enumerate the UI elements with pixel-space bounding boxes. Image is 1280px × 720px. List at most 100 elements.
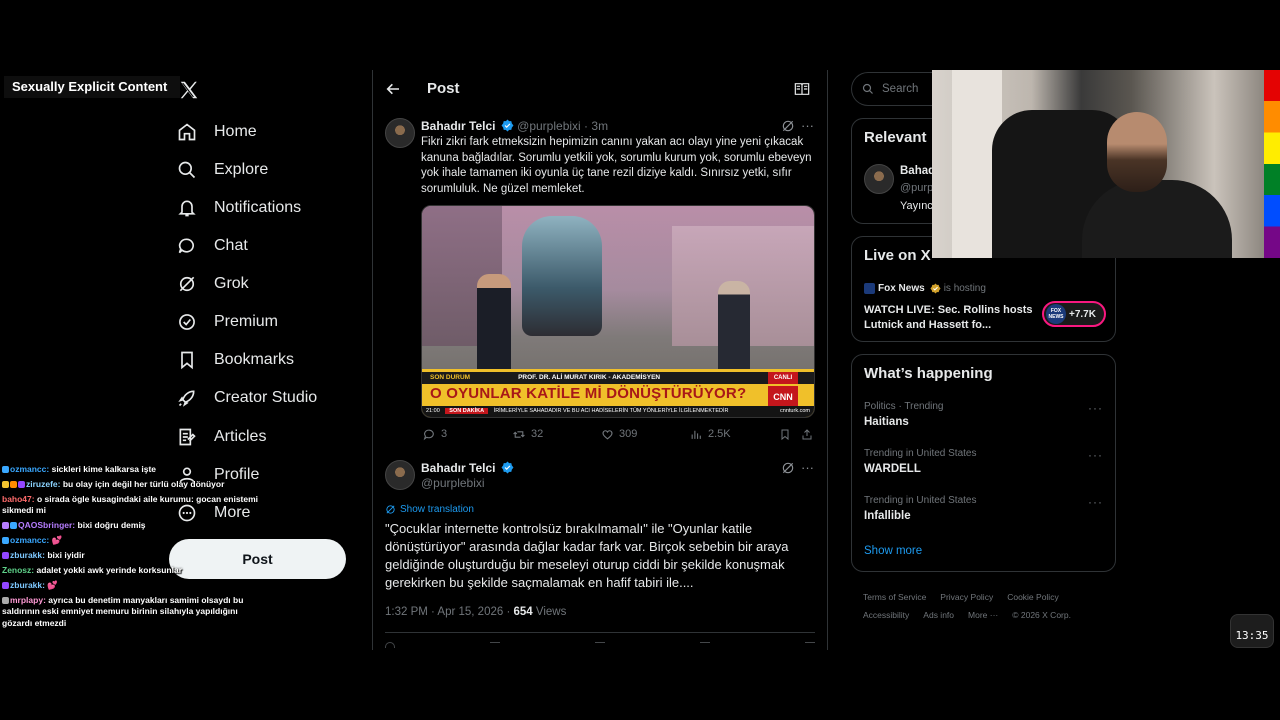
tweet-media-image[interactable]: SON DURUM PROF. DR. ALİ MURAT KIRIK - AK… [421,205,815,418]
news-ticker: 21:00 SON DAKİKA İRİMLERİYLE SAHADADIR V… [422,406,814,417]
avatar[interactable] [385,118,415,148]
live-host[interactable]: Fox News is hosting [864,283,986,294]
chat-badge-icon [2,481,9,489]
repost-button[interactable]: 32 [512,428,601,441]
live-badge[interactable]: FOX NEWS +7.7K [1042,301,1106,327]
live-badge: CANLI [768,372,798,384]
trend-category: Politics · Trending [864,401,944,412]
nav-label: Premium [214,313,279,330]
ticker-site: cnnturk.com [780,408,810,414]
relevant-name[interactable]: Bahad [900,165,935,177]
footer-copyright: © 2026 X Corp. [1012,610,1071,620]
tweet-actions-partial [385,642,815,650]
share-icon[interactable] [805,642,815,648]
search-input[interactable]: Search [851,72,941,106]
chat-username: Zenosz: [2,565,35,576]
heart-icon[interactable] [595,642,605,648]
lower-third-strap: SON DURUM PROF. DR. ALİ MURAT KIRIK - AK… [422,372,814,384]
chat-badge-icon [2,552,9,560]
chat-username: QAOSbringer: [18,520,76,531]
chat-text: bixi iyidir [47,550,85,561]
more-options-icon[interactable]: ··· [1088,495,1103,509]
nav-notifications[interactable]: Notifications [176,191,301,225]
footer-link[interactable]: Accessibility [863,610,909,620]
chat-badge-icon [10,522,17,530]
tweet-timestamp[interactable]: 1:32 PM · Apr 15, 2026 · [385,606,514,618]
tweet-actions: 3 32 309 2.5K [423,425,815,443]
tweet-author[interactable]: Bahadır Telci @purplebixi · 3m [421,119,608,133]
chat-text: adalet yokki awk yerinde korksunlar [36,565,183,576]
more-options-icon[interactable]: ··· [801,460,814,475]
host-suffix: is hosting [943,283,986,294]
chat-badge-icon [2,597,9,605]
footer-link[interactable]: Cookie Policy [1007,592,1059,602]
bookmark-button[interactable] [779,428,801,441]
like-button[interactable]: 309 [601,428,690,441]
footer-link[interactable]: Terms of Service [863,592,926,602]
premium-icon [176,311,198,333]
show-translation-link[interactable]: Show translation [385,504,474,515]
nav-label: Home [214,123,257,140]
bookmark-icon[interactable] [700,642,710,648]
reply-button[interactable]: 3 [423,428,512,441]
host-name: Fox News [878,283,925,294]
reply-count: 3 [441,428,448,440]
whats-happening-card: What’s happening Politics · Trending Hai… [851,354,1116,572]
chat-text: 💕 [47,580,58,591]
nav-premium[interactable]: Premium [176,305,278,339]
nav-articles[interactable]: Articles [176,420,266,454]
avatar[interactable] [864,164,894,194]
footer-link[interactable]: Privacy Policy [940,592,993,602]
reader-mode-icon[interactable] [794,82,810,96]
nav-creator-studio[interactable]: Creator Studio [176,381,317,415]
nav-label: Bookmarks [214,351,295,368]
trend-name: WARDELL [864,463,921,475]
views-button[interactable]: 2.5K [690,428,779,441]
logo-bottom: NEWS [1048,314,1064,320]
chat-username: zburakk: [10,580,45,591]
avatar[interactable] [385,460,415,490]
media-person [718,281,750,376]
more-options-icon[interactable]: ··· [1088,401,1103,415]
chat-username: zburakk: [10,550,45,561]
rainbow-bar [1264,70,1280,258]
chat-message: zburakk: bixi iyidir [2,550,264,561]
tweet-text: Fikri zikri fark etmeksizin hepimizin ca… [421,136,812,195]
chat-message: ozmancc: sickleri kime kalkarsa işte [2,464,264,475]
tweet-text: "Çocuklar internette kontrolsüz bırakılm… [385,521,789,590]
bookmark-icon [781,429,789,440]
grok-icon[interactable] [781,119,795,133]
clock-time: 13:35 [1235,629,1269,642]
trend-category: Trending in United States [864,495,977,506]
repost-count: 32 [531,428,544,440]
strap-label: SON DURUM [430,374,471,381]
chat-text: bu olay için değil her türlü olay dönüyo… [62,479,225,490]
x-logo-icon[interactable] [178,79,200,101]
chat-message: Zenosz: adalet yokki awk yerinde korksun… [2,565,264,576]
author-handle[interactable]: @purplebixi [421,476,485,490]
tweet-author[interactable]: Bahadır Telci [421,461,514,475]
repost-icon [513,430,525,438]
nav-home[interactable]: Home [176,115,257,149]
repost-icon[interactable] [490,642,500,648]
reply-icon[interactable] [385,642,395,648]
nav-label: Explore [214,161,269,178]
grok-icon[interactable] [781,461,795,475]
footer-link[interactable]: Ads info [923,610,954,620]
heart-icon [602,429,613,440]
chat-badge-icon [2,466,9,473]
share-icon [802,428,812,439]
nav-chat[interactable]: Chat [176,229,248,263]
show-more-link[interactable]: Show more [864,545,922,557]
main-column: Post Bahadır Telci @purplebixi · 3m ··· … [372,70,828,650]
nav-bookmarks[interactable]: Bookmarks [176,343,294,377]
chat-message: ziruzefe: bu olay için değil her türlü o… [2,479,264,490]
nav-grok[interactable]: Grok [176,267,249,301]
footer-link[interactable]: More ··· [968,610,998,620]
nav-explore[interactable]: Explore [176,153,268,187]
back-arrow-icon[interactable] [385,81,401,97]
share-button[interactable] [801,428,815,441]
live-headline[interactable]: WATCH LIVE: Sec. Rollins hosts Lutnick a… [864,303,1034,333]
more-options-icon[interactable]: ··· [1088,448,1103,462]
more-options-icon[interactable]: ··· [801,118,814,133]
